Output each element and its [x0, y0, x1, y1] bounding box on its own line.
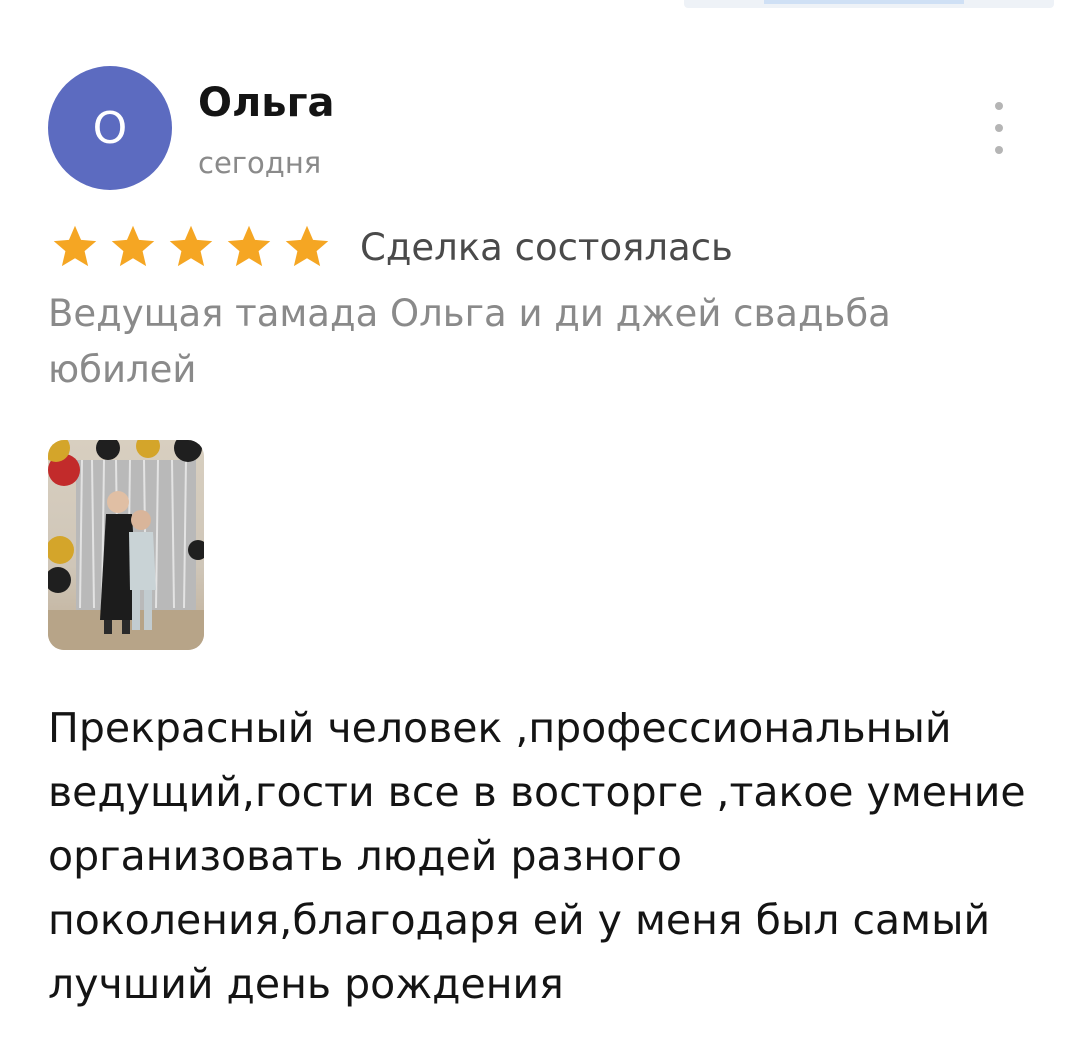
star-icon — [227, 225, 271, 267]
deal-status: Сделка состоялась — [360, 225, 733, 269]
star-rating — [48, 222, 334, 272]
more-vertical-icon — [995, 102, 1003, 110]
star-icon — [111, 225, 155, 267]
star-icon — [53, 225, 97, 267]
avatar[interactable]: О — [48, 66, 172, 190]
review-text: Прекрасный человек ,профессиональный вед… — [48, 704, 1026, 1008]
star-icon — [169, 225, 213, 267]
review-date: сегодня — [198, 146, 322, 180]
more-vertical-icon — [995, 146, 1003, 154]
more-vertical-icon — [995, 124, 1003, 132]
photo-image — [48, 440, 204, 650]
more-options-button[interactable] — [984, 102, 1014, 154]
review-card: О Ольга сегодня Сделка состоялась Ведуща… — [0, 0, 1080, 1063]
avatar-initial: О — [92, 103, 128, 154]
author-name[interactable]: Ольга — [198, 80, 334, 126]
listing-title[interactable]: Ведущая тамада Ольга и ди джей свадьба ю… — [48, 286, 1008, 398]
review-photo[interactable] — [48, 440, 204, 650]
rating-row: Сделка состоялась — [48, 222, 733, 272]
star-icon — [285, 225, 329, 267]
